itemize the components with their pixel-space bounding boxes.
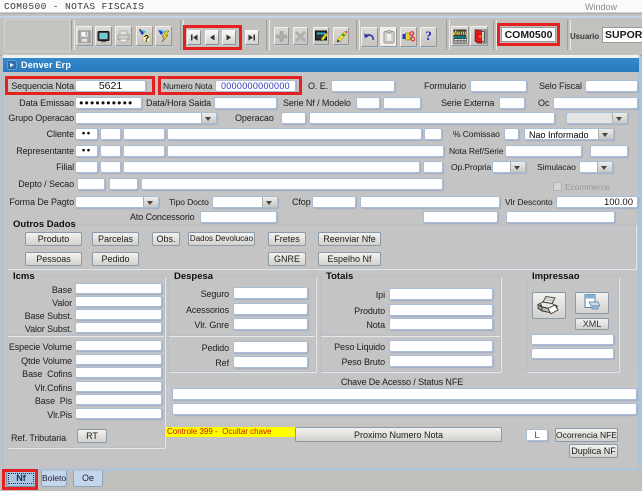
svg-text:Menu: Menu [453, 30, 467, 37]
svg-text:?: ? [144, 34, 150, 44]
